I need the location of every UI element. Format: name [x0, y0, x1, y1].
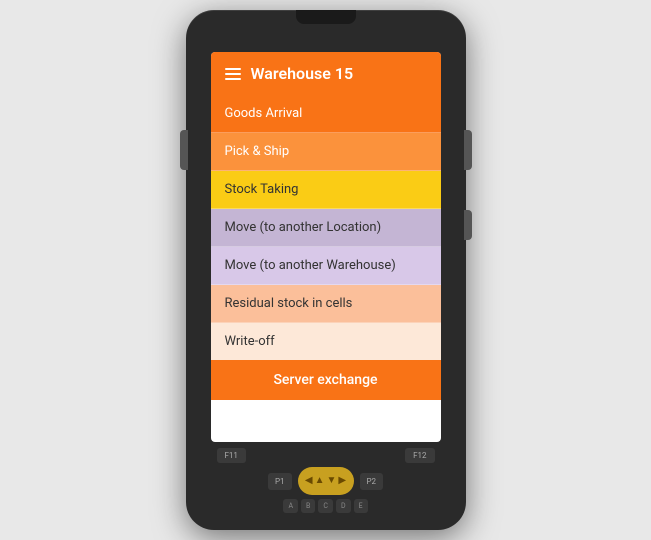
dpad-up-icon: ▲: [315, 476, 325, 486]
f12-button[interactable]: F12: [405, 448, 434, 463]
menu-item-goods-arrival[interactable]: Goods Arrival: [211, 95, 441, 133]
dpad-right-icon: ▶: [338, 476, 346, 486]
p1-button[interactable]: P1: [268, 473, 292, 490]
menu-item-write-off[interactable]: Write-off: [211, 323, 441, 360]
device-bottom: F11 F12 P1 ◀ ▲ ▼ ▶ P2 A B C D E: [211, 442, 441, 517]
key-c[interactable]: C: [318, 499, 333, 513]
f11-button[interactable]: F11: [217, 448, 246, 463]
key-d[interactable]: D: [336, 499, 351, 513]
side-button-right[interactable]: [464, 130, 472, 170]
side-button-left[interactable]: [180, 130, 188, 170]
screen-title: Warehouse 15: [251, 64, 354, 83]
menu-icon[interactable]: [225, 68, 241, 80]
device-top-bump: [296, 10, 356, 24]
dpad-left-icon: ◀: [305, 476, 313, 486]
key-a[interactable]: A: [283, 499, 298, 513]
menu-list: Goods Arrival Pick & Ship Stock Taking M…: [211, 95, 441, 360]
handheld-device: Warehouse 15 Goods Arrival Pick & Ship S…: [186, 10, 466, 530]
key-b[interactable]: B: [301, 499, 315, 513]
menu-item-residual-stock[interactable]: Residual stock in cells: [211, 285, 441, 323]
dpad-down-icon: ▼: [327, 476, 337, 486]
key-e[interactable]: E: [354, 499, 368, 513]
menu-item-move-warehouse[interactable]: Move (to another Warehouse): [211, 247, 441, 285]
dpad[interactable]: ◀ ▲ ▼ ▶: [298, 467, 354, 495]
screen-header: Warehouse 15: [211, 52, 441, 95]
menu-item-stock-taking[interactable]: Stock Taking: [211, 171, 441, 209]
menu-item-pick-ship[interactable]: Pick & Ship: [211, 133, 441, 171]
server-exchange-button[interactable]: Server exchange: [211, 360, 441, 400]
device-screen: Warehouse 15 Goods Arrival Pick & Ship S…: [211, 52, 441, 442]
nav-row: P1 ◀ ▲ ▼ ▶ P2: [211, 467, 441, 495]
device-top: [186, 10, 466, 48]
menu-item-move-location[interactable]: Move (to another Location): [211, 209, 441, 247]
alpha-row: A B C D E: [283, 499, 367, 513]
p2-button[interactable]: P2: [360, 473, 384, 490]
side-button-right-2[interactable]: [464, 210, 472, 240]
fn-row: F11 F12: [211, 448, 441, 463]
